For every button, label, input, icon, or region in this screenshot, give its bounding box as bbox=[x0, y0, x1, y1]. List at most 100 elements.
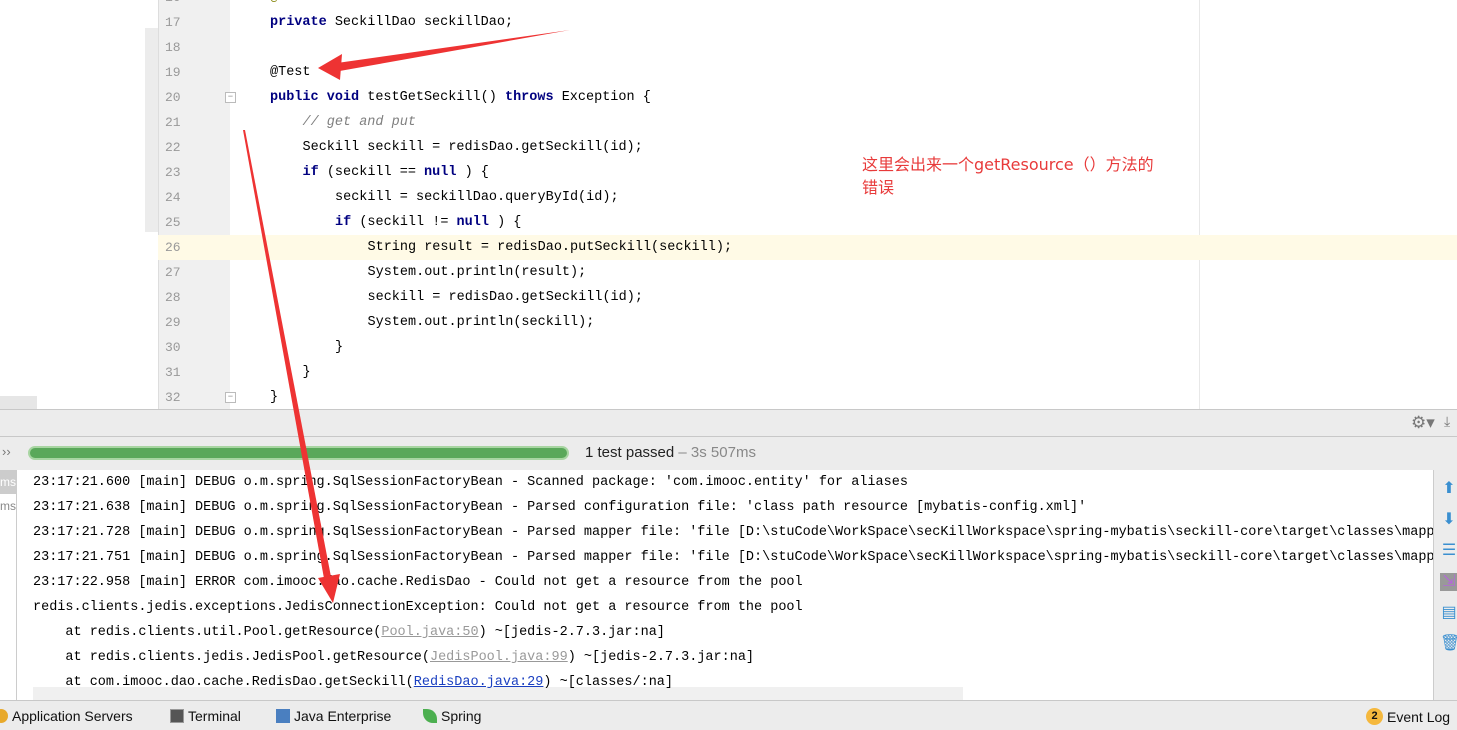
code-token: ) { bbox=[497, 215, 522, 230]
annotation-line-1: 这里会出来一个getResource（）方法的 bbox=[862, 155, 1154, 174]
label: Spring bbox=[441, 708, 482, 724]
code-token: null bbox=[424, 165, 457, 180]
code-text: System.out.println(result); bbox=[368, 260, 587, 285]
import-icon[interactable]: ⇲ bbox=[1440, 573, 1457, 591]
line-number: 30 bbox=[165, 340, 181, 355]
code-text: } bbox=[270, 385, 278, 409]
test-status-label: 1 test passed bbox=[585, 444, 675, 461]
code-line[interactable]: 24 seckill = seckillDao.queryById(id); bbox=[158, 185, 1457, 210]
console-line: at redis.clients.util.Pool.getResource(P… bbox=[33, 620, 665, 645]
console-line: 23:17:21.751 [main] DEBUG o.m.spring.Sql… bbox=[33, 545, 1433, 570]
code-token: null bbox=[456, 215, 489, 230]
code-line[interactable]: 30} bbox=[158, 335, 1457, 360]
code-token: (seckill != bbox=[359, 215, 449, 230]
code-line[interactable]: 28 seckill = redisDao.getSeckill(id); bbox=[158, 285, 1457, 310]
project-panel-edge bbox=[0, 396, 37, 409]
expand-chevron-icon[interactable]: ›› bbox=[2, 444, 11, 459]
code-line[interactable]: 18 bbox=[158, 35, 1457, 60]
line-number: 22 bbox=[165, 140, 181, 155]
code-line[interactable]: 17 private SeckillDao seckillDao; bbox=[158, 10, 1457, 35]
console-text: 23:17:21.638 [main] DEBUG o.m.spring.Sql… bbox=[33, 500, 1087, 515]
test-tree-item[interactable]: ms bbox=[0, 494, 16, 518]
code-token: Exception { bbox=[561, 90, 651, 105]
line-number: 19 bbox=[165, 65, 181, 80]
console-text: 23:17:22.958 [main] ERROR com.imooc.dao.… bbox=[33, 575, 803, 590]
event-log-button[interactable]: 2 Event Log bbox=[1366, 708, 1450, 725]
line-number: 18 bbox=[165, 40, 181, 55]
line-number: 28 bbox=[165, 290, 181, 305]
test-tree-item[interactable]: ms bbox=[0, 470, 16, 494]
code-line[interactable]: 27 System.out.println(result); bbox=[158, 260, 1457, 285]
line-number: 31 bbox=[165, 365, 181, 380]
code-line[interactable]: 32 −} bbox=[158, 385, 1457, 409]
label: Terminal bbox=[188, 708, 241, 724]
hide-panel-icon[interactable]: ⤓ bbox=[1444, 413, 1450, 430]
code-text: Seckill seckill = redisDao.getSeckill(id… bbox=[303, 135, 643, 160]
fold-marker-icon[interactable]: − bbox=[225, 92, 236, 103]
code-line[interactable]: 25 if (seckill != null ) { bbox=[158, 210, 1457, 235]
tool-window-terminal[interactable]: Terminal bbox=[170, 708, 241, 724]
arrow-down-icon[interactable]: ⬇ bbox=[1440, 511, 1457, 529]
console-line: redis.clients.jedis.exceptions.JedisConn… bbox=[33, 595, 803, 620]
label: Java Enterprise bbox=[294, 708, 392, 724]
tool-window-java-enterprise[interactable]: Java Enterprise bbox=[276, 708, 391, 724]
label: Event Log bbox=[1387, 708, 1451, 725]
code-line[interactable]: 21 // get and put bbox=[158, 110, 1457, 135]
label: Application Servers bbox=[12, 708, 133, 724]
code-line[interactable]: 23 if (seckill == null ) { bbox=[158, 160, 1457, 185]
console-text: at com.imooc.dao.cache.RedisDao.getSecki… bbox=[33, 675, 414, 690]
code-line[interactable]: 31} bbox=[158, 360, 1457, 385]
code-editor[interactable]: 16 @Autowired 17 private SeckillDao seckill… bbox=[0, 0, 1457, 409]
fold-marker-icon[interactable]: − bbox=[225, 392, 236, 403]
test-status: 1 test passed – 3s 507ms bbox=[585, 444, 756, 461]
code-token: (seckill == bbox=[326, 165, 416, 180]
code-text: @Test bbox=[270, 60, 311, 85]
app-servers-icon bbox=[0, 709, 8, 723]
code-token: } bbox=[335, 340, 344, 355]
tool-window-spring[interactable]: Spring bbox=[423, 708, 481, 724]
source-link[interactable]: JedisPool.java:99 bbox=[430, 650, 568, 665]
arrow-up-icon[interactable]: ⬆ bbox=[1440, 480, 1457, 498]
code-token: String result = redisDao.putSeckill(seck… bbox=[367, 240, 733, 255]
sort-icon[interactable]: ☰ bbox=[1440, 542, 1457, 560]
line-number: 26 bbox=[165, 240, 181, 255]
console-text: at redis.clients.jedis.JedisPool.getReso… bbox=[33, 650, 430, 665]
code-line[interactable]: 16 @Autowired bbox=[158, 0, 1457, 10]
code-line[interactable]: 19 @Test bbox=[158, 60, 1457, 85]
print-icon[interactable]: ▤ bbox=[1440, 604, 1457, 622]
terminal-icon bbox=[170, 709, 184, 723]
code-token: } bbox=[270, 390, 279, 405]
console-text: redis.clients.jedis.exceptions.JedisConn… bbox=[33, 600, 803, 615]
source-link[interactable]: RedisDao.java:29 bbox=[414, 675, 544, 690]
console-line: at com.imooc.dao.cache.RedisDao.getSecki… bbox=[33, 670, 673, 695]
line-number: 17 bbox=[165, 15, 181, 30]
java-enterprise-icon bbox=[276, 709, 290, 723]
code-token: @Test bbox=[270, 65, 311, 80]
trash-icon[interactable]: 🗑 bbox=[1440, 635, 1457, 653]
test-duration: – 3s 507ms bbox=[674, 444, 756, 461]
console-text: ) ~[classes/:na] bbox=[543, 675, 674, 690]
code-token: // get and put bbox=[302, 115, 416, 130]
code-line[interactable]: 29 System.out.println(seckill); bbox=[158, 310, 1457, 335]
line-number: 21 bbox=[165, 115, 181, 130]
tool-window-application-servers[interactable]: Application Servers bbox=[0, 708, 133, 724]
console-text: 23:17:21.751 [main] DEBUG o.m.spring.Sql… bbox=[33, 550, 1433, 565]
code-text: if (seckill == null ) { bbox=[303, 160, 489, 185]
console-text: at redis.clients.util.Pool.getResource( bbox=[33, 625, 382, 640]
line-number: 32 bbox=[165, 390, 181, 405]
code-token: private bbox=[270, 15, 327, 30]
source-link[interactable]: Pool.java:50 bbox=[381, 625, 478, 640]
code-line[interactable]: 20 − public void testGetSeckill() throws E… bbox=[158, 85, 1457, 110]
editor-left-strip bbox=[145, 28, 158, 232]
code-line[interactable]: 22 Seckill seckill = redisDao.getSeckill(… bbox=[158, 135, 1457, 160]
code-text: } bbox=[303, 360, 311, 385]
code-text: public void testGetSeckill() throws Exce… bbox=[270, 85, 651, 110]
code-line[interactable]: 26 String result = redisDao.putSeckill(se… bbox=[158, 235, 1457, 260]
spring-leaf-icon bbox=[423, 709, 437, 723]
code-text: if (seckill != null ) { bbox=[335, 210, 521, 235]
test-progress-bar bbox=[28, 446, 569, 460]
console-output[interactable]: 23:17:21.600 [main] DEBUG o.m.spring.Sql… bbox=[17, 470, 1433, 700]
event-count-badge: 2 bbox=[1366, 708, 1383, 725]
code-text: String result = redisDao.putSeckill(seck… bbox=[368, 235, 733, 260]
settings-gear-icon[interactable]: ⚙▾ bbox=[1411, 413, 1435, 433]
